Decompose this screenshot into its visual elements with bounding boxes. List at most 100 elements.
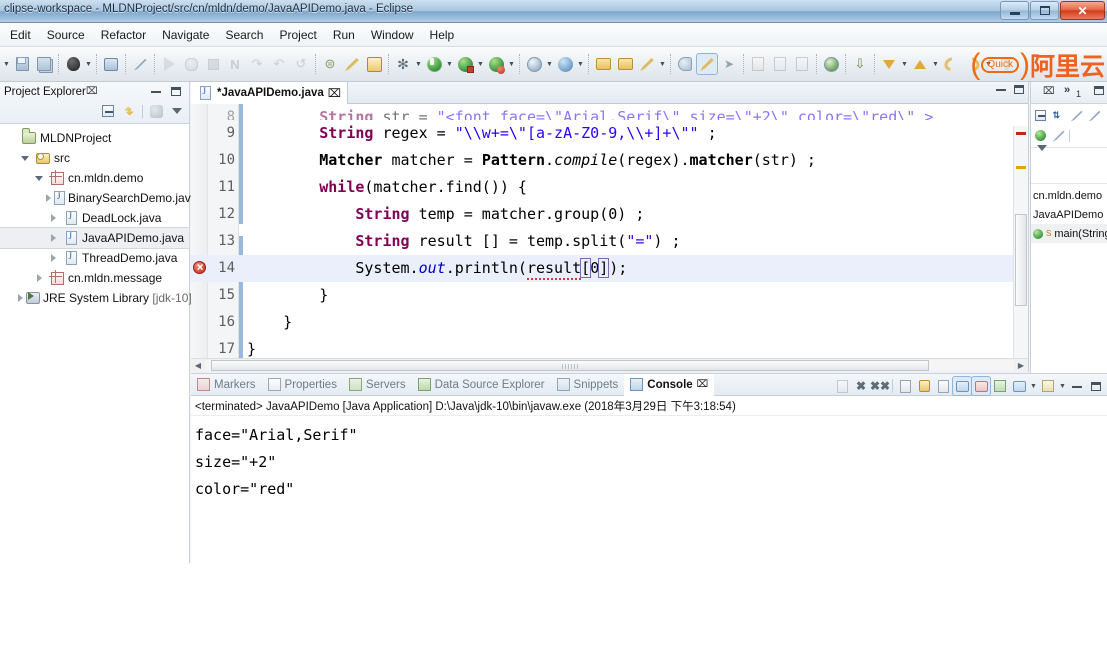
collapse-all-icon[interactable] [100,103,116,119]
view-menu-icon[interactable] [1037,145,1047,168]
menu-item-window[interactable]: Window [363,25,422,45]
maximize-icon[interactable] [169,84,183,98]
properties-icon[interactable] [364,54,384,74]
debug-step-icon[interactable]: ⇩ [850,54,870,74]
new-folder-icon[interactable] [593,54,613,74]
menu-item-project[interactable]: Project [271,25,324,45]
link-with-editor-icon[interactable] [121,103,137,119]
editor-vertical-scrollbar[interactable] [1013,126,1028,358]
open-task-icon[interactable] [555,54,575,74]
console-tab-console[interactable]: Console ⌧ [624,373,715,396]
search-refs-icon[interactable] [675,54,695,74]
collapse-all-icon[interactable] [1033,108,1048,123]
run-last-icon[interactable] [424,54,444,74]
error-overview-marker[interactable] [1016,132,1026,135]
code-line[interactable]: 16 } [191,309,1028,336]
tree-item[interactable]: DeadLock.java [0,208,189,228]
open-console-dropdown-arrow[interactable]: ▼ [1058,376,1067,396]
tree-item[interactable]: JavaAPIDemo.java [0,227,190,249]
tree-item[interactable]: src [0,148,189,168]
step-over-icon[interactable] [910,54,930,74]
code-line[interactable]: 12 String temp = matcher.group(0) ; [191,201,1028,228]
maximize-button[interactable] [1030,1,1059,20]
save-icon[interactable] [12,54,32,74]
step-over-dropdown-arrow[interactable]: ▼ [931,54,940,74]
toolbar-overflow-arrow[interactable]: ▼ [2,54,11,74]
minimize-icon[interactable] [1068,377,1086,395]
editor-tab-javaapidemo[interactable]: *JavaAPIDemo.java ⌧ [191,82,349,104]
toggle-dropdown-arrow[interactable]: ▼ [84,54,93,74]
globe-icon[interactable] [821,54,841,74]
hide-static-icon[interactable] [1087,108,1102,123]
hide-non-public-icon[interactable] [1051,128,1066,143]
hide-fields-icon[interactable] [1069,108,1084,123]
show-members-icon[interactable] [1033,128,1048,143]
toggle-icon[interactable] [63,54,83,74]
tree-item[interactable]: cn.mldn.message [0,268,189,288]
step-return-icon[interactable]: ↷ [247,54,267,74]
back-arrow-icon[interactable] [941,54,961,74]
outline-item[interactable]: JavaAPIDemo [1031,205,1107,224]
restore-icon[interactable] [1094,86,1104,95]
outline-item[interactable]: cn.mldn.demo [1031,186,1107,205]
code-line[interactable]: 10 Matcher matcher = Pattern.compile(reg… [191,147,1028,174]
outline-item[interactable]: Smain(String [1031,224,1107,243]
editor-tab-close-icon[interactable]: ⌧ [328,86,341,100]
focus-icon[interactable] [148,103,164,119]
menu-item-edit[interactable]: Edit [2,25,39,45]
outline-close-icon[interactable]: ⌧ [1043,86,1055,97]
tree-item[interactable]: MLDNProject [0,128,189,148]
display-selected-console-icon[interactable] [1010,377,1028,395]
scroll-right-icon[interactable]: ▶ [1014,359,1028,372]
console-tab-close-icon[interactable]: ⌧ [697,379,709,390]
twisty-collapsed-icon[interactable] [32,274,46,282]
console-tab-properties[interactable]: Properties [262,374,343,396]
error-marker-icon[interactable] [193,260,206,274]
console-tab-data-source-explorer[interactable]: Data Source Explorer [412,374,551,396]
project-explorer-close-icon[interactable]: ⌧ [86,86,98,97]
show-console-on-error-icon[interactable] [971,376,991,396]
run-icon[interactable] [159,54,179,74]
console-tab-markers[interactable]: Markers [191,374,262,396]
java-doc-icon[interactable] [770,54,790,74]
code-editor[interactable]: 8 String str = "<font face=\"Arial,Serif… [191,104,1028,372]
open-type-dropdown-arrow[interactable]: ▼ [545,54,554,74]
forward-arrow-icon[interactable] [963,54,983,74]
ant-icon[interactable] [342,54,362,74]
view-menu-icon[interactable] [169,103,185,119]
open-console-icon[interactable] [1039,377,1057,395]
tree-item[interactable]: cn.mldn.demo [0,168,189,188]
step-n-icon[interactable]: N [225,54,245,74]
pencil-icon[interactable] [637,54,657,74]
skip-dropdown-arrow[interactable]: ▼ [414,54,423,74]
twisty-expanded-icon[interactable] [18,155,32,161]
next-arrow-icon[interactable] [994,54,1014,74]
code-line[interactable]: 14 System.out.println(result[0]); [191,255,1028,282]
menu-item-help[interactable]: Help [422,25,463,45]
show-console-on-output-icon[interactable] [952,376,972,396]
scroll-left-icon[interactable]: ◀ [191,359,205,372]
stop-icon[interactable] [203,54,223,74]
horizontal-scrollbar-thumb[interactable] [211,360,929,371]
javadoc-gen-icon[interactable] [748,54,768,74]
open-resource-icon[interactable] [615,54,635,74]
code-line[interactable]: 13 String result [] = temp.split("=") ; [191,228,1028,255]
step-into-dropdown-arrow[interactable]: ▼ [900,54,909,74]
twisty-collapsed-icon[interactable] [46,214,60,222]
menu-item-run[interactable]: Run [325,25,363,45]
coverage-dropdown-arrow[interactable]: ▼ [507,54,516,74]
annotate-icon[interactable] [696,53,718,75]
terminate-icon[interactable] [833,377,851,395]
link-editor-icon[interactable] [130,54,150,74]
outline-overflow-icon[interactable]: » [1064,84,1070,96]
forward-dropdown-arrow[interactable]: ▼ [984,54,993,74]
step-into-icon[interactable] [879,54,899,74]
close-button[interactable]: ✕ [1060,1,1105,20]
tree-item[interactable]: BinarySearchDemo.java [0,188,197,208]
menu-item-search[interactable]: Search [217,25,271,45]
editor-horizontal-scrollbar[interactable]: ◀ ▶ [191,358,1028,372]
remove-all-launches-icon[interactable]: ✖✖ [870,377,890,395]
remove-launch-icon[interactable]: ✖ [852,377,870,395]
warning-overview-marker[interactable] [1016,166,1026,169]
scroll-lock-icon[interactable] [915,377,933,395]
